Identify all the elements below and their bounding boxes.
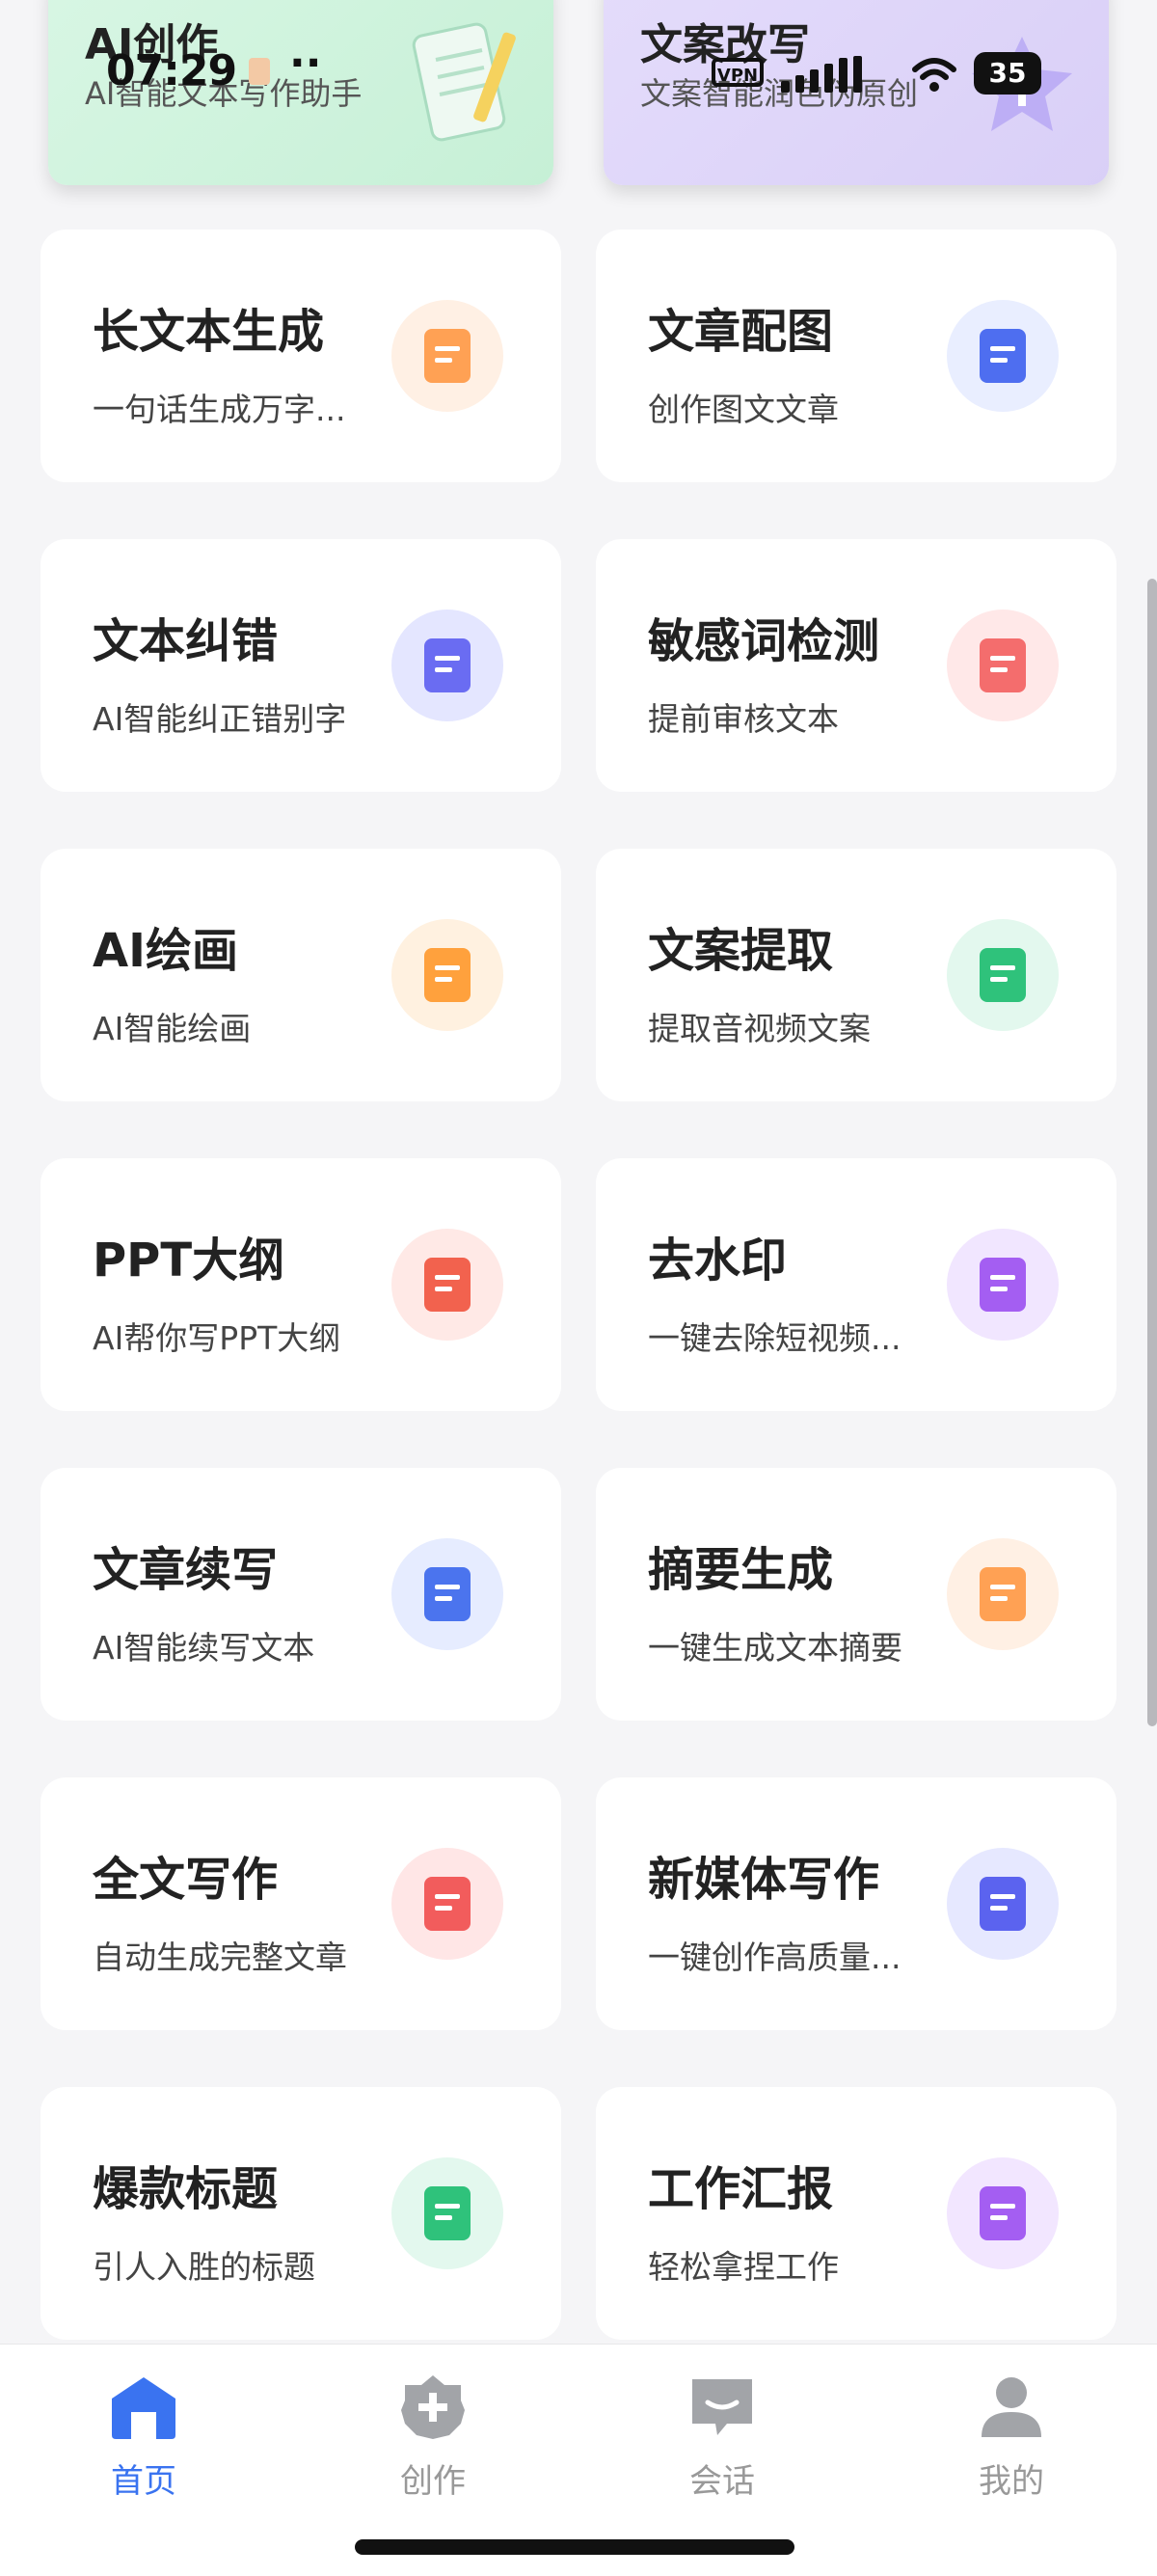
promo-subtitle: AI智能文本写作助手 bbox=[85, 75, 363, 112]
summary-icon bbox=[947, 1538, 1059, 1650]
tab-label: 创作 bbox=[400, 2462, 466, 2501]
feature-card[interactable]: 爆款标题引人入胜的标题 bbox=[40, 2087, 561, 2340]
notebook-pencil-icon bbox=[412, 22, 516, 142]
create-icon bbox=[399, 2373, 467, 2441]
text-extract-icon bbox=[947, 919, 1059, 1031]
feature-card-title: 全文写作 bbox=[93, 1853, 279, 1907]
feature-card[interactable]: PPT大纲 AI帮你写PPT大纲 bbox=[40, 1158, 561, 1411]
icon-glyph bbox=[424, 638, 471, 692]
palette-icon bbox=[391, 919, 503, 1031]
icon-glyph bbox=[424, 1877, 471, 1931]
feature-card-subtitle: 一键生成文本摘要 bbox=[648, 1629, 902, 1667]
feature-card-subtitle: AI智能纠正错别字 bbox=[93, 700, 347, 738]
icon-glyph bbox=[980, 1258, 1026, 1312]
profile-icon bbox=[978, 2373, 1045, 2441]
home-icon bbox=[110, 2373, 177, 2441]
feature-card-title: 新媒体写作 bbox=[648, 1853, 880, 1907]
feature-card-title: 文案提取 bbox=[648, 924, 834, 978]
feature-card[interactable]: 文章续写 AI智能续写文本 bbox=[40, 1468, 561, 1721]
feature-card-title: 工作汇报 bbox=[648, 2162, 834, 2216]
feature-card[interactable]: 文章配图创作图文文章 bbox=[596, 230, 1117, 482]
feature-card[interactable]: 全文写作自动生成完整文章 bbox=[40, 1777, 561, 2030]
feature-card-title: 文章配图 bbox=[648, 305, 834, 359]
icon-glyph bbox=[980, 2186, 1026, 2240]
icon-glyph bbox=[424, 948, 471, 1002]
feature-card-title: 文章续写 bbox=[93, 1543, 279, 1597]
feature-card-subtitle: 轻松拿捏工作 bbox=[648, 2248, 839, 2286]
feature-card-title: 敏感词检测 bbox=[648, 614, 880, 668]
feature-card[interactable]: AI绘画 AI智能绘画 bbox=[40, 849, 561, 1101]
feature-card-title: PPT大纲 bbox=[93, 1234, 285, 1288]
watermark-icon bbox=[947, 1229, 1059, 1341]
feature-card-subtitle: 提前审核文本 bbox=[648, 700, 839, 738]
edit-document-icon bbox=[391, 610, 503, 721]
feature-card-title: 去水印 bbox=[648, 1234, 788, 1288]
tab-home[interactable]: 首页 bbox=[71, 2373, 216, 2502]
promo-ai-create[interactable]: AI创作 AI智能文本写作助手 bbox=[48, 0, 553, 185]
icon-glyph bbox=[424, 2186, 471, 2240]
feature-card-subtitle: 创作图文文章 bbox=[648, 391, 839, 428]
icon-glyph bbox=[424, 329, 471, 383]
promo-title: 文案改写 bbox=[640, 20, 810, 69]
video-icon bbox=[947, 1848, 1059, 1960]
feature-card[interactable]: 新媒体写作一键创作高质量... bbox=[596, 1777, 1117, 2030]
feature-card-subtitle: 引人入胜的标题 bbox=[93, 2248, 315, 2286]
icon-glyph bbox=[980, 948, 1026, 1002]
home-indicator bbox=[355, 2539, 794, 2555]
star-t-icon bbox=[972, 37, 1072, 131]
tab-label: 首页 bbox=[111, 2462, 176, 2501]
promo-rewrite[interactable]: 文案改写 文案智能润色伪原创 bbox=[604, 0, 1109, 185]
promo-subtitle: 文案智能润色伪原创 bbox=[640, 75, 919, 112]
feature-card-title: 爆款标题 bbox=[93, 2162, 279, 2216]
icon-glyph bbox=[424, 1258, 471, 1312]
icon-glyph bbox=[424, 1567, 471, 1621]
feature-card-subtitle: 一句话生成万字... bbox=[93, 391, 346, 428]
chat-icon bbox=[688, 2373, 756, 2441]
promo-title: AI创作 bbox=[85, 20, 219, 69]
report-icon bbox=[947, 2157, 1059, 2269]
feature-card-subtitle: AI智能续写文本 bbox=[93, 1629, 315, 1667]
feature-card-subtitle: 一键去除短视频... bbox=[648, 1319, 901, 1357]
feature-card-subtitle: 提取音视频文案 bbox=[648, 1010, 871, 1047]
feature-card-title: 文本纠错 bbox=[93, 614, 279, 668]
tab-create[interactable]: 创作 bbox=[361, 2373, 505, 2502]
pencil-icon bbox=[391, 1848, 503, 1960]
tab-label: 我的 bbox=[979, 2462, 1044, 2501]
icon-glyph bbox=[980, 1567, 1026, 1621]
document-icon bbox=[391, 300, 503, 412]
icon-glyph bbox=[980, 329, 1026, 383]
icon-glyph bbox=[980, 638, 1026, 692]
feature-card-title: 长文本生成 bbox=[93, 305, 325, 359]
continue-writing-icon bbox=[391, 1538, 503, 1650]
search-document-icon bbox=[947, 610, 1059, 721]
feature-card[interactable]: 工作汇报轻松拿捏工作 bbox=[596, 2087, 1117, 2340]
feature-card[interactable]: 敏感词检测提前审核文本 bbox=[596, 539, 1117, 792]
feature-card-title: AI绘画 bbox=[93, 924, 239, 978]
tab-chat[interactable]: 会话 bbox=[650, 2373, 794, 2502]
feature-card[interactable]: 文本纠错 AI智能纠正错别字 bbox=[40, 539, 561, 792]
feature-card-title: 摘要生成 bbox=[648, 1543, 834, 1597]
scrollbar[interactable] bbox=[1147, 579, 1157, 1726]
title-icon bbox=[391, 2157, 503, 2269]
feature-card[interactable]: 文案提取提取音视频文案 bbox=[596, 849, 1117, 1101]
feature-card-subtitle: AI帮你写PPT大纲 bbox=[93, 1319, 341, 1357]
tab-profile[interactable]: 我的 bbox=[939, 2373, 1084, 2502]
feature-card[interactable]: 去水印一键去除短视频... bbox=[596, 1158, 1117, 1411]
image-icon bbox=[947, 300, 1059, 412]
feature-card-subtitle: 自动生成完整文章 bbox=[93, 1939, 347, 1976]
feature-card[interactable]: 长文本生成一句话生成万字... bbox=[40, 230, 561, 482]
icon-glyph bbox=[980, 1877, 1026, 1931]
tab-label: 会话 bbox=[689, 2462, 755, 2501]
feature-card[interactable]: 摘要生成一键生成文本摘要 bbox=[596, 1468, 1117, 1721]
ppt-icon bbox=[391, 1229, 503, 1341]
feature-card-subtitle: AI智能绘画 bbox=[93, 1010, 252, 1047]
feature-card-subtitle: 一键创作高质量... bbox=[648, 1939, 901, 1976]
